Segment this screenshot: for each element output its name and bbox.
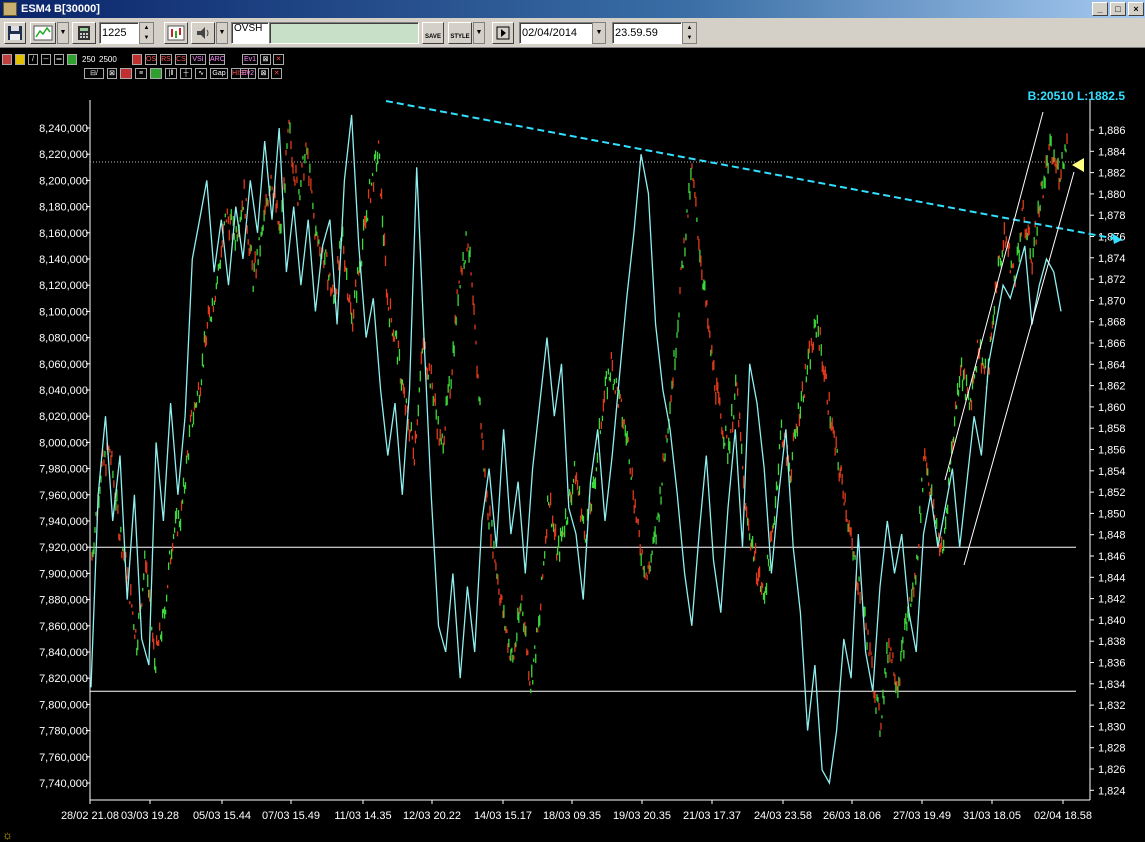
right-tick-label: 1,836 — [1098, 658, 1126, 670]
left-tick-label: 8,200,000 — [39, 175, 88, 187]
right-tick-label: 1,860 — [1098, 402, 1126, 414]
right-tick-label: 1,858 — [1098, 423, 1126, 435]
trend-annotations — [385, 100, 1123, 566]
left-tick-label: 7,820,000 — [39, 673, 88, 685]
left-tick-label: 7,740,000 — [39, 778, 88, 790]
left-tick-label: 7,780,000 — [39, 726, 88, 738]
right-tick-label: 1,872 — [1098, 274, 1126, 286]
right-tick-label: 1,832 — [1098, 700, 1126, 712]
left-tick-label: 8,100,000 — [39, 306, 88, 318]
right-tick-label: 1,856 — [1098, 445, 1126, 457]
x-tick-label: 05/03 15.44 — [193, 810, 251, 822]
price-chart[interactable]: 8,240,000 8,220,000 8,200,000 8,180,000 8,16… — [0, 0, 1145, 842]
x-axis: 28/02 21.08 03/03 19.28 05/03 15.44 07/03 1… — [61, 799, 1092, 822]
x-tick-label: 03/03 19.28 — [121, 810, 179, 822]
price-bars — [91, 119, 1068, 737]
right-tick-label: 1,866 — [1098, 338, 1126, 350]
x-tick-label: 02/04 18.58 — [1034, 810, 1092, 822]
right-tick-label: 1,854 — [1098, 466, 1126, 478]
left-tick-label: 7,940,000 — [39, 516, 88, 528]
right-tick-label: 1,838 — [1098, 636, 1126, 648]
left-tick-label: 8,060,000 — [39, 359, 88, 371]
x-tick-label: 21/03 17.37 — [683, 810, 741, 822]
breadth-line — [90, 114, 1062, 786]
right-axis: 1,8861,8841,8821,8801,8781,8761,8741,872… — [1089, 100, 1126, 800]
x-tick-label: 19/03 20.35 — [613, 810, 671, 822]
dashed-trendline — [385, 100, 1123, 241]
right-tick-label: 1,870 — [1098, 295, 1126, 307]
sun-icon: ☼ — [2, 828, 13, 842]
left-tick-label: 8,220,000 — [39, 149, 88, 161]
right-tick-label: 1,886 — [1098, 125, 1126, 137]
right-tick-label: 1,844 — [1098, 572, 1126, 584]
right-tick-label: 1,884 — [1098, 146, 1126, 158]
left-tick-label: 7,860,000 — [39, 621, 88, 633]
right-tick-label: 1,878 — [1098, 210, 1126, 222]
upper-channel-line — [944, 111, 1044, 481]
left-tick-label: 8,020,000 — [39, 411, 88, 423]
app-window: ESM4 B[30000] _ □ × ▼ 1225 ▲ ▼ ▼ OVSH SAV… — [0, 0, 1145, 842]
x-tick-label: 18/03 09.35 — [543, 810, 601, 822]
x-tick-label: 28/02 21.08 — [61, 810, 119, 822]
left-tick-label: 8,240,000 — [39, 123, 88, 135]
x-tick-label: 31/03 18.05 — [963, 810, 1021, 822]
x-tick-label: 14/03 15.17 — [474, 810, 532, 822]
x-tick-label: 07/03 15.49 — [262, 810, 320, 822]
left-tick-label: 8,140,000 — [39, 254, 88, 266]
left-tick-label: 8,000,000 — [39, 437, 88, 449]
right-tick-label: 1,880 — [1098, 189, 1126, 201]
right-tick-label: 1,830 — [1098, 721, 1126, 733]
right-tick-label: 1,828 — [1098, 743, 1126, 755]
right-tick-label: 1,846 — [1098, 551, 1126, 563]
right-tick-label: 1,862 — [1098, 381, 1126, 393]
x-tick-label: 27/03 19.49 — [893, 810, 951, 822]
left-tick-label: 7,980,000 — [39, 464, 88, 476]
left-tick-label: 8,120,000 — [39, 280, 88, 292]
x-tick-label: 11/03 14.35 — [334, 810, 391, 822]
right-tick-label: 1,834 — [1098, 679, 1126, 691]
left-tick-label: 7,880,000 — [39, 595, 88, 607]
right-tick-label: 1,826 — [1098, 764, 1126, 776]
breadth-series-line — [90, 114, 1062, 786]
right-tick-label: 1,840 — [1098, 615, 1126, 627]
left-tick-label: 7,760,000 — [39, 752, 88, 764]
right-tick-label: 1,850 — [1098, 508, 1126, 520]
right-tick-label: 1,868 — [1098, 317, 1126, 329]
x-tick-label: 26/03 18.06 — [823, 810, 881, 822]
right-tick-label: 1,842 — [1098, 594, 1126, 606]
right-tick-label: 1,882 — [1098, 168, 1126, 180]
right-tick-label: 1,864 — [1098, 359, 1126, 371]
left-tick-label: 8,180,000 — [39, 202, 88, 214]
left-axis: 8,240,000 8,220,000 8,200,000 8,180,000 8,16… — [39, 100, 91, 800]
right-tick-label: 1,874 — [1098, 253, 1126, 265]
lower-channel-line — [963, 171, 1075, 566]
left-tick-label: 7,840,000 — [39, 647, 88, 659]
left-tick-label: 8,160,000 — [39, 228, 88, 240]
x-tick-label: 24/03 23.58 — [754, 810, 812, 822]
x-tick-label: 12/03 20.22 — [403, 810, 461, 822]
left-tick-label: 8,080,000 — [39, 333, 88, 345]
left-tick-label: 7,920,000 — [39, 542, 88, 554]
left-tick-label: 7,800,000 — [39, 699, 88, 711]
right-tick-label: 1,848 — [1098, 530, 1126, 542]
left-tick-label: 8,040,000 — [39, 385, 88, 397]
right-tick-label: 1,852 — [1098, 487, 1126, 499]
left-tick-label: 7,900,000 — [39, 568, 88, 580]
right-tick-label: 1,824 — [1098, 785, 1126, 797]
left-tick-label: 7,960,000 — [39, 490, 88, 502]
last-price-marker — [1072, 158, 1084, 172]
